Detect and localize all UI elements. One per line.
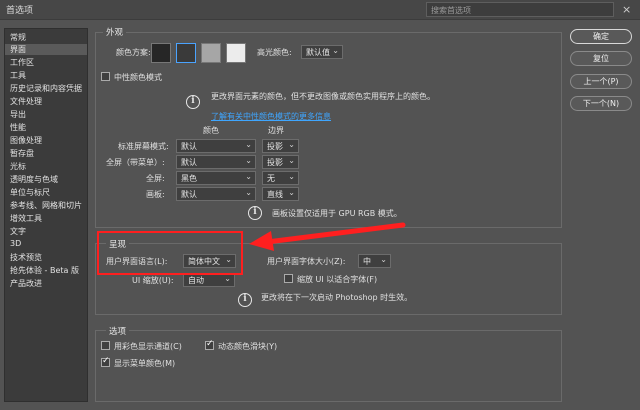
fullscreen-menu-border-select[interactable]: 投影 ⌄ xyxy=(262,155,299,169)
ui-font-size-select[interactable]: 中 ⌄ xyxy=(358,254,391,268)
ok-button[interactable]: 确定 xyxy=(570,29,632,44)
sidebar-item-transparency[interactable]: 透明度与色域 xyxy=(10,174,58,185)
standard-color-value: 默认 xyxy=(181,142,197,151)
sidebar-item-units[interactable]: 单位与标尺 xyxy=(10,187,50,198)
ui-scale-select[interactable]: 自动 ⌄ xyxy=(183,273,235,287)
ui-font-size-value: 中 xyxy=(363,257,371,266)
highlight-annotation-box xyxy=(97,231,243,275)
row-fullscreen-label: 全屏: xyxy=(146,174,165,183)
artboard-note: 画板设置仅适用于 GPU RGB 模式。 xyxy=(272,209,402,218)
fullscreen-border-select[interactable]: 无 ⌄ xyxy=(262,171,299,185)
highlight-label: 高光颜色: xyxy=(257,48,292,57)
dynamic-sliders-label: 动态颜色滑块(Y) xyxy=(218,342,278,351)
sidebar-item-type[interactable]: 文字 xyxy=(10,226,26,237)
chevron-down-icon: ⌄ xyxy=(332,46,339,55)
dynamic-sliders-checkbox[interactable] xyxy=(205,339,214,350)
chevron-down-icon: ⌄ xyxy=(245,172,252,181)
sidebar-item-improvement[interactable]: 产品改进 xyxy=(10,278,42,289)
info-icon: i xyxy=(238,293,252,307)
artboard-color-value: 默认 xyxy=(181,190,197,199)
neutral-mode-label: 中性颜色模式 xyxy=(114,73,162,82)
color-swatch-dark[interactable] xyxy=(151,43,171,63)
restart-note: 更改将在下一次启动 Photoshop 时生效。 xyxy=(261,293,413,302)
menu-colors-checkbox[interactable] xyxy=(101,356,110,367)
chevron-down-icon: ⌄ xyxy=(288,188,295,197)
fullscreen-menu-border-value: 投影 xyxy=(267,158,283,167)
column-border-header: 边界 xyxy=(268,126,284,135)
fullscreen-menu-color-value: 默认 xyxy=(181,158,197,167)
info-icon: i xyxy=(186,95,200,109)
sidebar-item-scratch-disks[interactable]: 暂存盘 xyxy=(10,148,34,159)
neutral-mode-checkbox[interactable] xyxy=(101,72,110,81)
sidebar-item-guides[interactable]: 参考线、网格和切片 xyxy=(10,200,82,211)
channels-color-checkbox[interactable] xyxy=(101,341,110,350)
scale-ui-fit-font-checkbox[interactable] xyxy=(284,274,293,283)
window-title: 首选项 xyxy=(6,6,34,16)
highlight-value: 默认值 xyxy=(306,48,330,57)
highlight-select[interactable]: 默认值 ⌄ xyxy=(301,45,343,59)
close-icon[interactable]: × xyxy=(622,3,631,16)
appearance-legend: 外观 xyxy=(103,26,127,38)
fullscreen-color-value: 黑色 xyxy=(181,174,197,183)
sidebar-item-file-handling[interactable]: 文件处理 xyxy=(10,96,42,107)
scale-ui-fit-font-label: 缩放 UI 以适合字体(F) xyxy=(297,275,378,284)
fullscreen-menu-color-select[interactable]: 默认 ⌄ xyxy=(176,155,256,169)
color-swatch-medium-light[interactable] xyxy=(201,43,221,63)
sidebar-item-export[interactable]: 导出 xyxy=(10,109,26,120)
chevron-down-icon: ⌄ xyxy=(245,188,252,197)
chevron-down-icon: ⌄ xyxy=(380,255,387,264)
sidebar-item-history[interactable]: 历史记录和内容凭据 xyxy=(10,83,82,94)
artboard-border-value: 直线 xyxy=(267,190,283,199)
sidebar-item-general[interactable]: 常规 xyxy=(10,32,26,43)
chevron-down-icon: ⌄ xyxy=(288,156,295,165)
search-input[interactable]: 搜索首选项 xyxy=(426,2,614,17)
row-standard-label: 标准屏幕模式: xyxy=(118,142,169,151)
chevron-down-icon: ⌄ xyxy=(245,140,252,149)
red-arrow-icon xyxy=(249,222,406,251)
sidebar: 常规 界面 工作区 工具 历史记录和内容凭据 文件处理 导出 性能 图像处理 暂… xyxy=(4,28,88,402)
neutral-learn-more-link[interactable]: 了解有关中性颜色模式的更多信息 xyxy=(211,111,331,122)
standard-border-value: 投影 xyxy=(267,142,283,151)
color-scheme-label: 颜色方案: xyxy=(116,48,151,57)
sidebar-item-performance[interactable]: 性能 xyxy=(10,122,26,133)
sidebar-item-plugins[interactable]: 增效工具 xyxy=(10,213,42,224)
artboard-border-select[interactable]: 直线 ⌄ xyxy=(262,187,299,201)
sidebar-item-tech-preview[interactable]: 技术预览 xyxy=(10,252,42,263)
sidebar-item-workspace[interactable]: 工作区 xyxy=(10,57,34,68)
neutral-info-text: 更改界面元素的颜色，但不更改图像或颜色实用程序上的颜色。 xyxy=(211,92,435,101)
standard-border-select[interactable]: 投影 ⌄ xyxy=(262,139,299,153)
chevron-down-icon: ⌄ xyxy=(288,140,295,149)
ui-scale-label: UI 缩放(U): xyxy=(132,276,174,285)
row-fullscreen-menu-label: 全屏（带菜单）: xyxy=(106,158,165,167)
sidebar-item-beta[interactable]: 抢先体验 - Beta 版 xyxy=(10,265,79,276)
color-swatch-medium-dark[interactable] xyxy=(176,43,196,63)
sidebar-item-cursors[interactable]: 光标 xyxy=(10,161,26,172)
sidebar-item-3d[interactable]: 3D xyxy=(10,239,21,248)
artboard-color-select[interactable]: 默认 ⌄ xyxy=(176,187,256,201)
column-color-header: 颜色 xyxy=(203,126,219,135)
row-artboard-label: 画板: xyxy=(146,190,165,199)
sidebar-item-image-processing[interactable]: 图像处理 xyxy=(10,135,42,146)
fullscreen-color-select[interactable]: 黑色 ⌄ xyxy=(176,171,256,185)
chevron-down-icon: ⌄ xyxy=(288,172,295,181)
prev-button[interactable]: 上一个(P) xyxy=(570,74,632,89)
standard-color-select[interactable]: 默认 ⌄ xyxy=(176,139,256,153)
ui-font-size-label: 用户界面字体大小(Z): xyxy=(267,257,346,266)
chevron-down-icon: ⌄ xyxy=(245,156,252,165)
info-icon: i xyxy=(248,206,262,220)
options-legend: 选项 xyxy=(106,325,130,337)
next-button[interactable]: 下一个(N) xyxy=(570,96,632,111)
ui-scale-value: 自动 xyxy=(188,276,204,285)
chevron-down-icon: ⌄ xyxy=(224,274,231,283)
menu-colors-label: 显示菜单颜色(M) xyxy=(114,359,176,368)
sidebar-item-interface[interactable]: 界面 xyxy=(5,44,87,55)
sidebar-item-tools[interactable]: 工具 xyxy=(10,70,26,81)
reset-button[interactable]: 复位 xyxy=(570,51,632,66)
color-swatch-light[interactable] xyxy=(226,43,246,63)
fullscreen-border-value: 无 xyxy=(267,174,275,183)
channels-color-label: 用彩色显示通道(C) xyxy=(114,342,182,351)
